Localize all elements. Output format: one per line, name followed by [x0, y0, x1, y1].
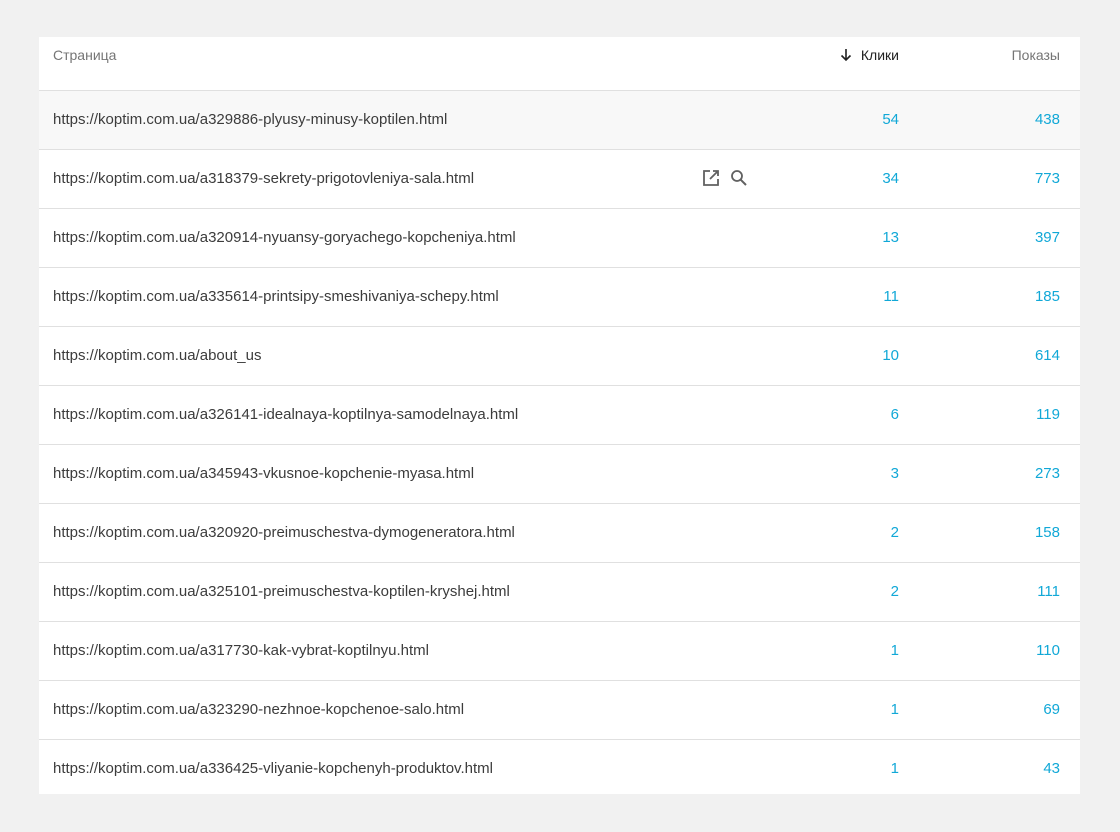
page-url[interactable]: https://koptim.com.ua/a325101-preimusche…	[53, 583, 510, 601]
page-url[interactable]: https://koptim.com.ua/a320920-preimusche…	[53, 524, 515, 542]
clicks-value: 2	[890, 583, 899, 600]
impressions-value: 111	[1037, 583, 1060, 600]
table-row[interactable]: https://koptim.com.ua/a320920-preimusche…	[39, 504, 1080, 563]
page-url[interactable]: https://koptim.com.ua/a317730-kak-vybrat…	[53, 642, 429, 660]
row-actions	[701, 168, 749, 188]
table-row[interactable]: https://koptim.com.ua/a317730-kak-vybrat…	[39, 622, 1080, 681]
clicks-value: 54	[882, 111, 899, 128]
page-url[interactable]: https://koptim.com.ua/a323290-nezhnoe-ko…	[53, 701, 464, 719]
table-row[interactable]: https://koptim.com.ua/a345943-vkusnoe-ko…	[39, 445, 1080, 504]
table-row[interactable]: https://koptim.com.ua/a323290-nezhnoe-ko…	[39, 681, 1080, 740]
table-row[interactable]: https://koptim.com.ua/a318379-sekrety-pr…	[39, 150, 1080, 209]
page-url[interactable]: https://koptim.com.ua/a335614-printsipy-…	[53, 288, 499, 306]
impressions-value: 43	[1043, 760, 1060, 777]
clicks-value: 11	[883, 288, 899, 305]
clicks-value: 3	[890, 465, 899, 482]
impressions-value: 185	[1034, 288, 1060, 305]
page-url[interactable]: https://koptim.com.ua/a326141-idealnaya-…	[53, 406, 518, 424]
impressions-value: 438	[1034, 111, 1060, 128]
search-icon[interactable]	[729, 168, 749, 188]
arrow-down-icon	[840, 49, 851, 62]
table-body: https://koptim.com.ua/a329886-plyusy-min…	[39, 91, 1080, 794]
table-row[interactable]: https://koptim.com.ua/a320914-nyuansy-go…	[39, 209, 1080, 268]
column-header-impressions[interactable]: Показы	[1012, 47, 1060, 63]
table-row[interactable]: https://koptim.com.ua/a325101-preimusche…	[39, 563, 1080, 622]
impressions-value: 397	[1034, 229, 1060, 246]
clicks-value: 13	[882, 229, 899, 246]
column-header-clicks-label: Клики	[860, 47, 899, 63]
impressions-value: 158	[1034, 524, 1060, 541]
page-url[interactable]: https://koptim.com.ua/about_us	[53, 347, 261, 365]
table-row[interactable]: https://koptim.com.ua/a326141-idealnaya-…	[39, 386, 1080, 445]
clicks-value: 10	[882, 347, 899, 364]
performance-pages-table: Страница Клики Показы https://koptim.com…	[39, 37, 1080, 794]
impressions-value: 273	[1034, 465, 1060, 482]
column-header-page[interactable]: Страница	[53, 47, 116, 63]
table-header: Страница Клики Показы	[39, 37, 1080, 91]
impressions-value: 110	[1036, 642, 1060, 659]
clicks-value: 2	[890, 524, 899, 541]
clicks-value: 1	[890, 760, 899, 777]
page-url[interactable]: https://koptim.com.ua/a329886-plyusy-min…	[53, 111, 447, 129]
page-url[interactable]: https://koptim.com.ua/a318379-sekrety-pr…	[53, 170, 474, 188]
clicks-value: 1	[890, 642, 899, 659]
impressions-value: 119	[1036, 406, 1060, 423]
table-row[interactable]: https://koptim.com.ua/a329886-plyusy-min…	[39, 91, 1080, 150]
page-url[interactable]: https://koptim.com.ua/a320914-nyuansy-go…	[53, 229, 516, 247]
table-row[interactable]: https://koptim.com.ua/a335614-printsipy-…	[39, 268, 1080, 327]
clicks-value: 34	[882, 170, 899, 187]
open-in-new-icon[interactable]	[701, 168, 721, 188]
clicks-value: 1	[890, 701, 899, 718]
page-url[interactable]: https://koptim.com.ua/a336425-vliyanie-k…	[53, 760, 493, 778]
impressions-value: 773	[1034, 170, 1060, 187]
table-row[interactable]: https://koptim.com.ua/about_us 10 614	[39, 327, 1080, 386]
impressions-value: 69	[1043, 701, 1060, 718]
column-header-clicks[interactable]: Клики	[839, 47, 899, 63]
table-row[interactable]: https://koptim.com.ua/a336425-vliyanie-k…	[39, 740, 1080, 794]
page-url[interactable]: https://koptim.com.ua/a345943-vkusnoe-ko…	[53, 465, 474, 483]
impressions-value: 614	[1034, 347, 1060, 364]
clicks-value: 6	[890, 406, 899, 423]
